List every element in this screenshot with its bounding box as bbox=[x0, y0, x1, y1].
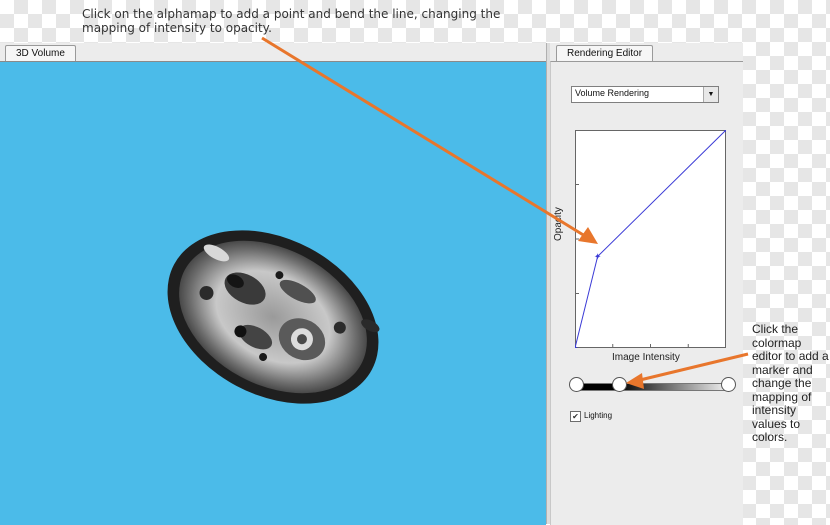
colormap-marker[interactable] bbox=[721, 377, 736, 392]
ct-scan-slice bbox=[167, 230, 380, 404]
colormap-marker[interactable] bbox=[611, 377, 627, 392]
tab-rendering-editor[interactable]: Rendering Editor bbox=[556, 45, 654, 62]
rendering-mode-value: Volume Rendering bbox=[575, 88, 650, 98]
colormap-bar[interactable] bbox=[575, 383, 727, 391]
lighting-checkbox[interactable]: ✔ bbox=[570, 411, 581, 422]
top-annotation: Click on the alphamap to add a point and… bbox=[82, 7, 501, 35]
alphamap-control-point: ✦ bbox=[575, 344, 579, 348]
volume-panel: 3D Volume bbox=[0, 43, 546, 525]
rendering-editor-panel: Rendering Editor Volume Rendering ▼ ✦ ✦ ✦ … bbox=[550, 43, 743, 525]
side-annotation: Click the colormap editor to add a marke… bbox=[752, 322, 829, 444]
colormap-marker[interactable] bbox=[569, 377, 584, 392]
alphamap-x-label: Image Intensity bbox=[612, 352, 680, 363]
alphamap-control-point: ✦ bbox=[594, 252, 602, 262]
lighting-label: Lighting bbox=[584, 411, 613, 420]
alphamap-frame bbox=[575, 130, 726, 348]
alphamap-control-point: ✦ bbox=[722, 130, 726, 136]
alphamap-plot[interactable]: ✦ ✦ ✦ bbox=[575, 130, 726, 348]
chevron-down-icon[interactable]: ▼ bbox=[703, 87, 718, 102]
3d-volume-viewport[interactable] bbox=[0, 61, 546, 525]
rendering-mode-dropdown[interactable]: Volume Rendering ▼ bbox=[571, 86, 719, 103]
alphamap-y-label: Opacity bbox=[553, 207, 564, 241]
rendering-editor-body: Volume Rendering ▼ ✦ ✦ ✦ Opacity Image Int… bbox=[550, 61, 743, 525]
tab-3d-volume[interactable]: 3D Volume bbox=[5, 45, 76, 62]
volume-render bbox=[167, 230, 380, 404]
